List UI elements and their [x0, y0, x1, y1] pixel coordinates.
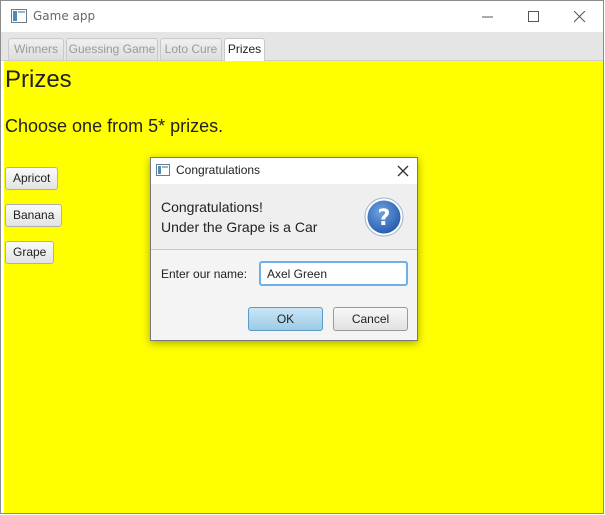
page-title: Prizes — [5, 66, 72, 93]
tab-guessing-game[interactable]: Guessing Game — [66, 38, 158, 60]
minimize-icon — [482, 16, 493, 18]
window-titlebar[interactable]: Game app — [1, 1, 603, 32]
banana-button[interactable]: Banana — [5, 204, 63, 227]
minimize-button[interactable] — [465, 1, 511, 32]
tab-winners[interactable]: Winners — [8, 38, 64, 60]
dialog-header: Congratulations! Under the Grape is a Ca… — [151, 184, 417, 250]
window-title: Game app — [33, 9, 96, 23]
congratulations-dialog: Congratulations Congratulations! Under t… — [150, 157, 418, 341]
cancel-button[interactable]: Cancel — [333, 307, 408, 331]
dialog-close-icon[interactable] — [395, 163, 411, 179]
dialog-message-line1: Congratulations! — [161, 199, 263, 215]
ok-button[interactable]: OK — [248, 307, 323, 331]
app-icon — [11, 9, 27, 23]
app-window: Game app Winners Guessing Game Loto Cure… — [0, 0, 604, 514]
tab-bar: Winners Guessing Game Loto Cure Prizes — [1, 32, 603, 61]
close-icon — [574, 11, 586, 23]
dialog-title: Congratulations — [176, 163, 261, 177]
apricot-button[interactable]: Apricot — [5, 167, 59, 190]
close-button[interactable] — [557, 1, 603, 32]
maximize-button[interactable] — [511, 1, 557, 32]
name-input[interactable] — [259, 261, 408, 286]
dialog-app-icon — [156, 164, 170, 176]
svg-text:?: ? — [378, 206, 391, 231]
dialog-message-line2: Under the Grape is a Car — [161, 219, 318, 235]
name-label: Enter our name: — [161, 267, 248, 281]
grape-button[interactable]: Grape — [5, 241, 55, 264]
question-icon: ? — [364, 197, 404, 237]
dialog-titlebar[interactable]: Congratulations — [151, 158, 417, 184]
page-subtitle: Choose one from 5* prizes. — [5, 116, 224, 136]
tab-loto-cure[interactable]: Loto Cure — [160, 38, 222, 60]
tab-prizes[interactable]: Prizes — [224, 38, 265, 61]
maximize-icon — [528, 11, 539, 22]
